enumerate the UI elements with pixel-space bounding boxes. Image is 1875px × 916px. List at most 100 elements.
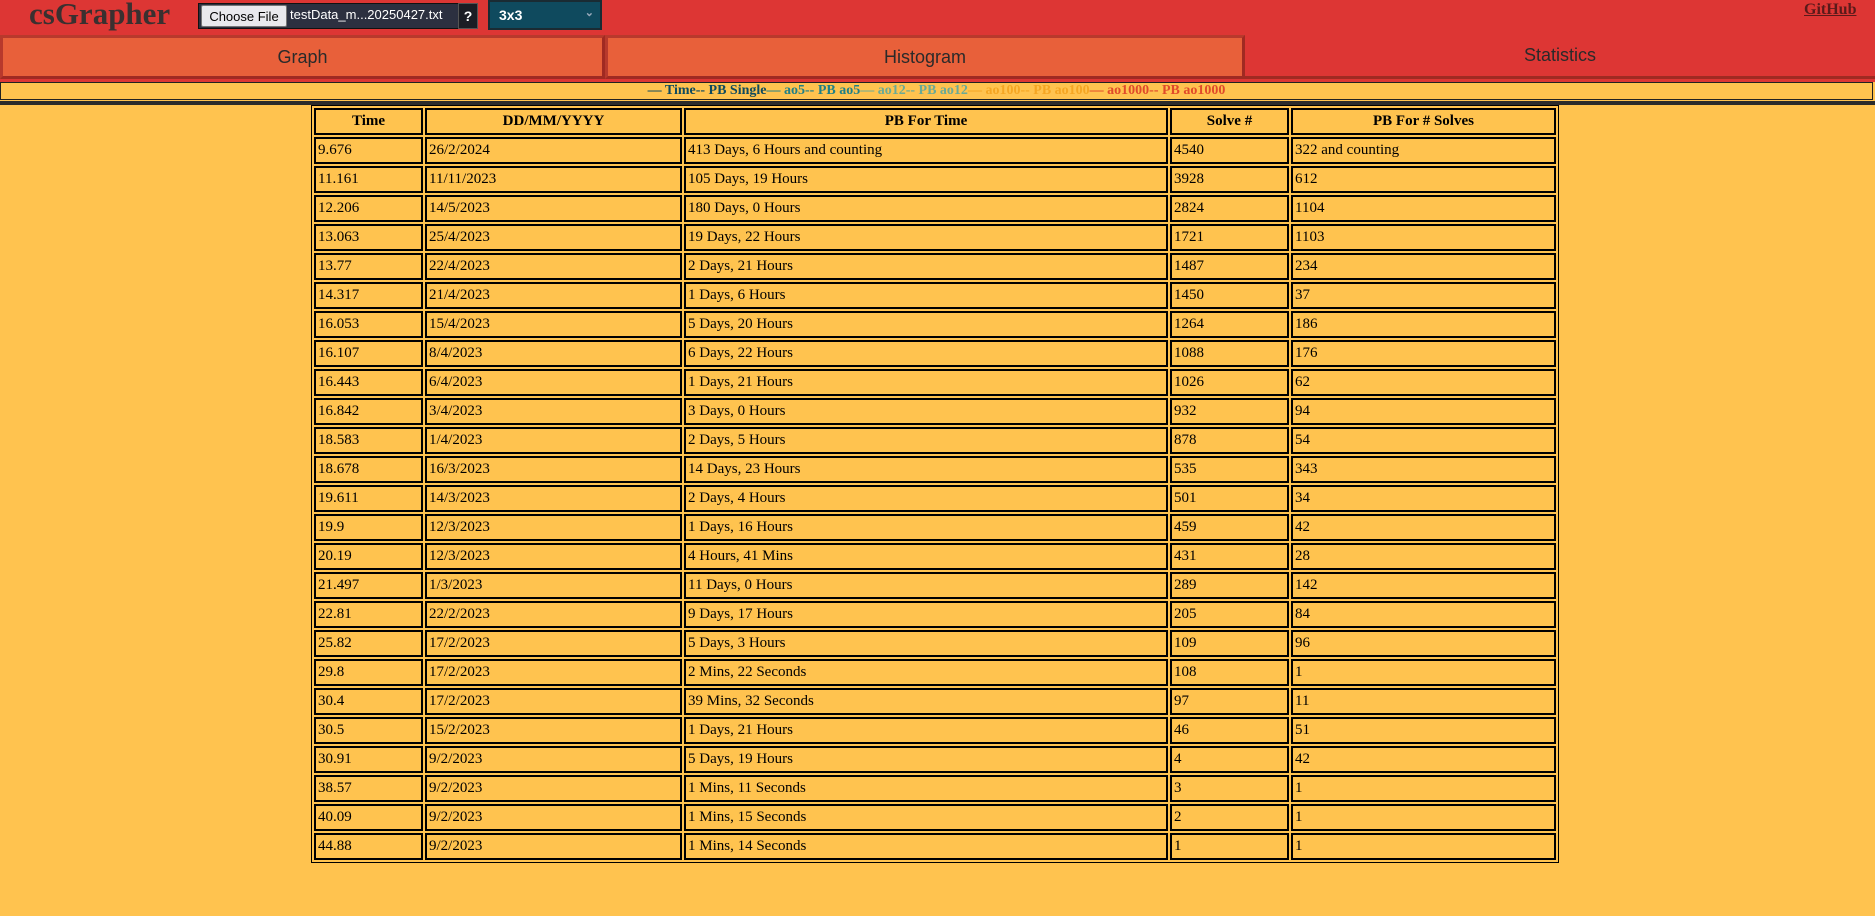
cell-pb-for-time: 1 Days, 21 Hours — [684, 369, 1168, 396]
cell-date: 17/2/2023 — [425, 688, 682, 715]
table-row: 9.676 26/2/2024 413 Days, 6 Hours and coun… — [314, 137, 1556, 164]
cell-pb-for-time: 5 Days, 19 Hours — [684, 746, 1168, 773]
cell-pb-for-time: 9 Days, 17 Hours — [684, 601, 1168, 628]
cell-pb-for-solves: 42 — [1291, 514, 1556, 541]
cell-solve-number: 3 — [1170, 775, 1289, 802]
cell-pb-for-time: 4 Hours, 41 Mins — [684, 543, 1168, 570]
table-row: 29.8 17/2/2023 2 Mins, 22 Seconds 108 1 — [314, 659, 1556, 686]
legend-item[interactable]: — ao5 — [767, 83, 806, 98]
table-row: 12.206 14/5/2023 180 Days, 0 Hours 2824 1104 — [314, 195, 1556, 222]
cell-solve-number: 3928 — [1170, 166, 1289, 193]
cell-solve-number: 289 — [1170, 572, 1289, 599]
legend-item[interactable]: — ao100 — [968, 83, 1021, 98]
cell-time: 30.5 — [314, 717, 423, 744]
table-row: 14.317 21/4/2023 1 Days, 6 Hours 1450 37 — [314, 282, 1556, 309]
cell-pb-for-solves: 176 — [1291, 340, 1556, 367]
column-header-pb-for-time: PB For Time — [684, 108, 1168, 135]
cell-solve-number: 1088 — [1170, 340, 1289, 367]
cell-time: 18.678 — [314, 456, 423, 483]
cell-time: 14.317 — [314, 282, 423, 309]
table-row: 16.443 6/4/2023 1 Days, 21 Hours 1026 62 — [314, 369, 1556, 396]
legend-item[interactable]: -- PB Single — [696, 83, 767, 98]
cell-date: 25/4/2023 — [425, 224, 682, 251]
cell-pb-for-time: 19 Days, 22 Hours — [684, 224, 1168, 251]
cell-time: 13.063 — [314, 224, 423, 251]
cell-pb-for-time: 1 Mins, 11 Seconds — [684, 775, 1168, 802]
cell-pb-for-solves: 11 — [1291, 688, 1556, 715]
cell-date: 14/5/2023 — [425, 195, 682, 222]
legend-item[interactable]: -- PB ao12 — [906, 83, 968, 98]
cell-pb-for-time: 1 Mins, 15 Seconds — [684, 804, 1168, 831]
cell-time: 12.206 — [314, 195, 423, 222]
cell-solve-number: 2824 — [1170, 195, 1289, 222]
cell-date: 1/4/2023 — [425, 427, 682, 454]
cell-solve-number: 108 — [1170, 659, 1289, 686]
cell-pb-for-solves: 1104 — [1291, 195, 1556, 222]
cell-pb-for-time: 1 Days, 16 Hours — [684, 514, 1168, 541]
cell-time: 30.91 — [314, 746, 423, 773]
github-link[interactable]: GitHub — [1804, 1, 1856, 19]
cell-solve-number: 501 — [1170, 485, 1289, 512]
cell-pb-for-time: 2 Mins, 22 Seconds — [684, 659, 1168, 686]
cell-pb-for-time: 180 Days, 0 Hours — [684, 195, 1168, 222]
cell-date: 22/2/2023 — [425, 601, 682, 628]
cell-date: 14/3/2023 — [425, 485, 682, 512]
legend-item[interactable]: — ao12 — [860, 83, 906, 98]
graph-legend: — Time-- PB Single— ao5-- PB ao5— ao12--… — [0, 82, 1873, 100]
cell-date: 22/4/2023 — [425, 253, 682, 280]
table-row: 19.611 14/3/2023 2 Days, 4 Hours 501 34 — [314, 485, 1556, 512]
cell-date: 6/4/2023 — [425, 369, 682, 396]
tab-histogram[interactable]: Histogram — [605, 35, 1245, 79]
cell-solve-number: 1487 — [1170, 253, 1289, 280]
cell-pb-for-solves: 343 — [1291, 456, 1556, 483]
cell-solve-number: 205 — [1170, 601, 1289, 628]
column-header-time: Time — [314, 108, 423, 135]
cell-pb-for-solves: 96 — [1291, 630, 1556, 657]
cell-pb-for-solves: 142 — [1291, 572, 1556, 599]
cell-date: 9/2/2023 — [425, 833, 682, 860]
cell-pb-for-solves: 84 — [1291, 601, 1556, 628]
table-row: 38.57 9/2/2023 1 Mins, 11 Seconds 3 1 — [314, 775, 1556, 802]
tab-graph[interactable]: Graph — [0, 35, 605, 79]
legend-item[interactable]: -- PB ao5 — [805, 83, 860, 98]
pb-history-table: Time DD/MM/YYYY PB For Time Solve # PB F… — [311, 105, 1559, 863]
help-button[interactable]: ? — [458, 3, 478, 29]
cell-pb-for-time: 39 Mins, 32 Seconds — [684, 688, 1168, 715]
cell-pb-for-time: 1 Days, 6 Hours — [684, 282, 1168, 309]
legend-item[interactable]: -- PB ao1000 — [1149, 83, 1225, 98]
cell-time: 18.583 — [314, 427, 423, 454]
tab-bar: Graph Histogram Statistics — [0, 35, 1875, 82]
cell-time: 40.09 — [314, 804, 423, 831]
legend-item[interactable]: — Time — [648, 83, 696, 98]
cell-pb-for-solves: 28 — [1291, 543, 1556, 570]
cell-pb-for-time: 413 Days, 6 Hours and counting — [684, 137, 1168, 164]
pb-history-table-container: Time DD/MM/YYYY PB For Time Solve # PB F… — [311, 105, 1559, 863]
cell-pb-for-time: 5 Days, 20 Hours — [684, 311, 1168, 338]
top-bar: csGrapher Choose File testData_m...20250… — [0, 0, 1875, 35]
table-row: 40.09 9/2/2023 1 Mins, 15 Seconds 2 1 — [314, 804, 1556, 831]
cell-solve-number: 97 — [1170, 688, 1289, 715]
puzzle-select[interactable]: 3x3 ⌄ — [488, 0, 602, 30]
cell-date: 11/11/2023 — [425, 166, 682, 193]
cell-pb-for-solves: 42 — [1291, 746, 1556, 773]
cell-date: 8/4/2023 — [425, 340, 682, 367]
cell-time: 16.107 — [314, 340, 423, 367]
table-row: 20.19 12/3/2023 4 Hours, 41 Mins 431 28 — [314, 543, 1556, 570]
choose-file-button[interactable]: Choose File — [201, 5, 287, 27]
cell-time: 22.81 — [314, 601, 423, 628]
cell-pb-for-solves: 94 — [1291, 398, 1556, 425]
cell-date: 9/2/2023 — [425, 804, 682, 831]
cell-solve-number: 1450 — [1170, 282, 1289, 309]
cell-time: 19.611 — [314, 485, 423, 512]
cell-date: 26/2/2024 — [425, 137, 682, 164]
legend-item[interactable]: -- PB ao100 — [1020, 83, 1089, 98]
legend-item[interactable]: — ao1000 — [1090, 83, 1150, 98]
cell-time: 25.82 — [314, 630, 423, 657]
table-row: 30.91 9/2/2023 5 Days, 19 Hours 4 42 — [314, 746, 1556, 773]
tab-statistics[interactable]: Statistics — [1245, 35, 1875, 79]
cell-pb-for-time: 2 Days, 5 Hours — [684, 427, 1168, 454]
table-header-row: Time DD/MM/YYYY PB For Time Solve # PB F… — [314, 108, 1556, 135]
cell-solve-number: 535 — [1170, 456, 1289, 483]
cell-solve-number: 1264 — [1170, 311, 1289, 338]
cell-pb-for-solves: 322 and counting — [1291, 137, 1556, 164]
